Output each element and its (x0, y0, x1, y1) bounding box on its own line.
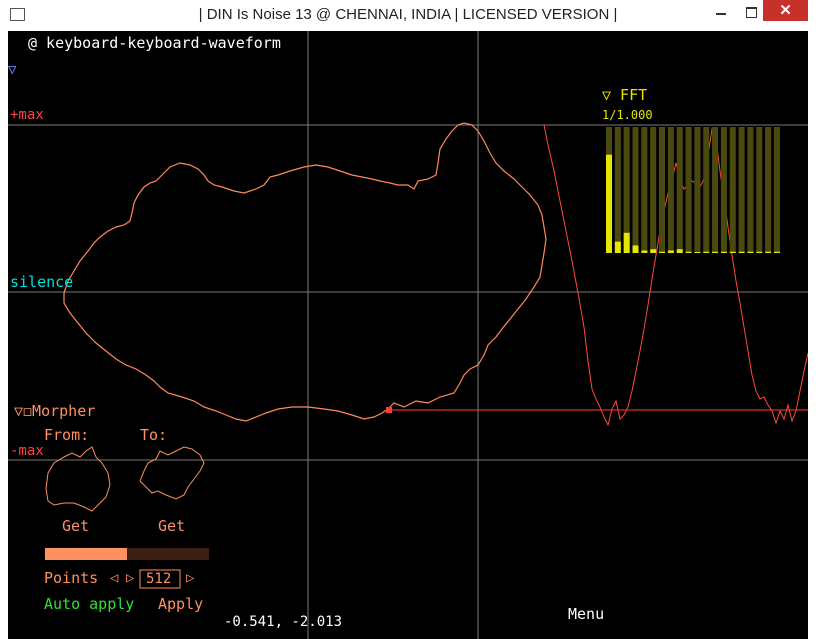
fft-bar-bg (756, 127, 763, 253)
points-increase-icon-2[interactable]: ▷ (186, 571, 194, 585)
morph-from-label: From: (44, 426, 90, 444)
fft-bar (747, 251, 754, 253)
fft-bar (703, 251, 710, 253)
points-decrease-icon[interactable]: ◁ (110, 571, 118, 585)
fft-bar-bg (614, 127, 621, 253)
fft-bar-bg (667, 127, 674, 253)
fft-bar-bg (729, 127, 736, 253)
title-bar[interactable]: | DIN Is Noise 13 @ CHENNAI, INDIA | LIC… (0, 0, 816, 31)
waveform-editor-canvas[interactable]: @ keyboard-keyboard-waveform ▽ +max sile… (8, 31, 808, 639)
fft-bar-bg (641, 127, 648, 253)
fft-spectrum (606, 127, 780, 253)
minus-max-label: -max (10, 443, 44, 459)
fft-bar (729, 251, 736, 253)
fft-bar (738, 251, 745, 253)
fft-bar (667, 250, 674, 253)
fft-bar (765, 251, 772, 253)
fft-bar (632, 245, 639, 253)
close-icon: ✕ (779, 2, 792, 19)
fft-bar-bg (773, 127, 780, 253)
fft-bar (712, 251, 719, 253)
fft-bar-bg (765, 127, 772, 253)
morph-target-shape[interactable] (139, 446, 205, 500)
close-button[interactable]: ✕ (763, 0, 808, 21)
fft-bar-bg (738, 127, 745, 253)
fft-bar (694, 252, 701, 253)
fft-bar (685, 251, 692, 253)
plus-max-label: +max (10, 107, 44, 123)
morpher-toggle-label[interactable]: ▽◻Morpher (14, 404, 95, 419)
silence-label: silence (10, 273, 74, 291)
apply-button[interactable]: Apply (158, 597, 203, 612)
fft-bar (773, 251, 780, 253)
fft-bar-bg (685, 127, 692, 253)
editor-graphics[interactable] (8, 31, 808, 639)
fft-bar (606, 154, 612, 253)
points-increase-icon[interactable]: ▷ (126, 571, 134, 585)
fft-bar (659, 251, 666, 253)
fft-bar (614, 241, 621, 253)
fft-bar (676, 249, 683, 253)
minimize-button[interactable] (706, 0, 736, 26)
get-from-button[interactable]: Get (62, 519, 89, 534)
points-label: Points (44, 569, 99, 587)
fft-bar-bg (720, 127, 727, 253)
editor-name-label: @ keyboard-keyboard-waveform (28, 34, 281, 52)
fft-scale-label: 1/1.000 (602, 108, 653, 122)
fft-toggle-label[interactable]: ▽ FFT (602, 88, 647, 103)
points-value[interactable]: 512 (146, 572, 171, 586)
morph-source-shape[interactable] (45, 446, 111, 512)
fft-bar (650, 249, 657, 253)
fft-bar (623, 232, 630, 253)
fft-bar-bg (712, 127, 719, 253)
fft-bar (756, 251, 763, 253)
fft-bar-bg (676, 127, 683, 253)
get-to-button[interactable]: Get (158, 519, 185, 534)
morph-to-label: To: (140, 426, 168, 444)
fft-bar-bg (632, 127, 639, 253)
fft-bar (641, 250, 648, 253)
fft-bar (720, 251, 727, 253)
cursor-coordinates: -0.541, -2.013 (224, 614, 343, 630)
menu-button[interactable]: Menu (568, 607, 604, 622)
fft-bar-bg (650, 127, 657, 253)
fft-bar-bg (703, 127, 710, 253)
maximize-button[interactable] (736, 0, 766, 26)
editor-collapse-icon[interactable]: ▽ (8, 63, 16, 77)
window-title: | DIN Is Noise 13 @ CHENNAI, INDIA | LIC… (198, 6, 618, 23)
fft-bar-bg (694, 127, 701, 253)
fft-bar-bg (747, 127, 754, 253)
morph-slider-fill (45, 548, 127, 560)
fft-bar-bg (659, 127, 666, 253)
auto-apply-toggle[interactable]: Auto apply (44, 597, 134, 612)
waveform-curve[interactable] (63, 122, 547, 422)
